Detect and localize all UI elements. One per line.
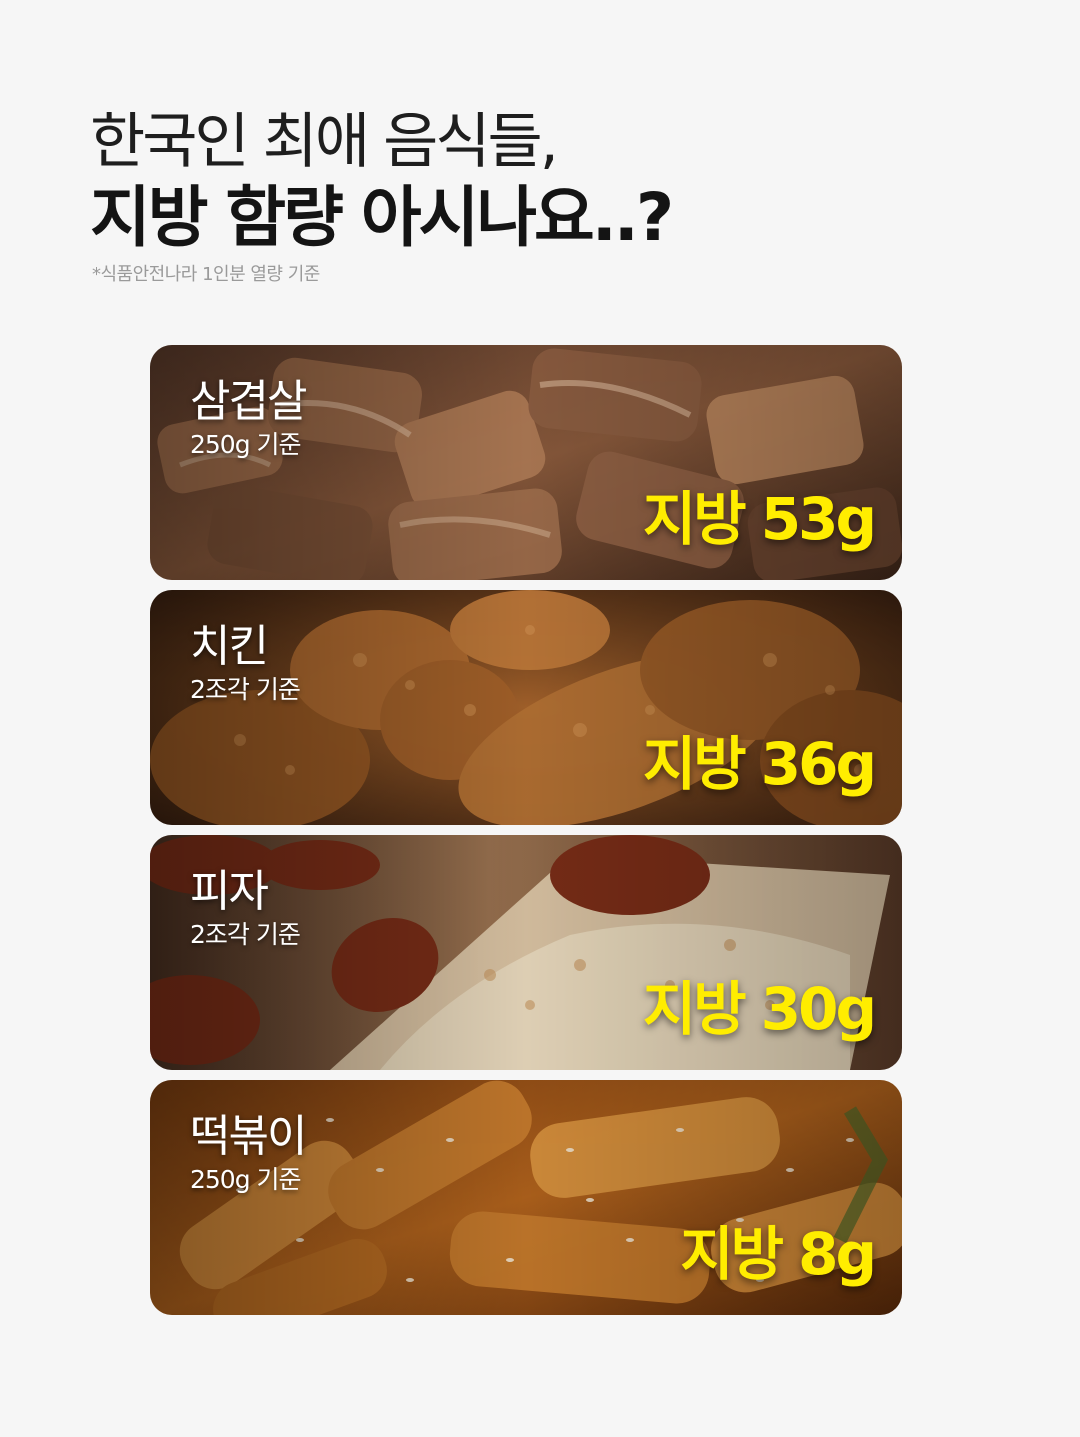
food-card-chicken: 치킨 2조각 기준 지방 36g xyxy=(150,590,902,825)
food-portion: 2조각 기준 xyxy=(190,675,301,704)
food-name: 피자 xyxy=(190,866,269,917)
source-note: *식품안전나라 1인분 열량 기준 xyxy=(92,264,320,285)
fat-amount: 지방 8g xyxy=(680,1220,877,1288)
food-card-tteokbokki: 떡볶이 250g 기준 지방 8g xyxy=(150,1080,902,1315)
food-name: 떡볶이 xyxy=(190,1111,307,1162)
food-portion: 250g 기준 xyxy=(190,430,302,459)
food-card-pork-belly: 삼겹살 250g 기준 지방 53g xyxy=(150,345,902,580)
page-title-line2: 지방 함량 아시나요..? xyxy=(90,179,674,256)
page-title-line1: 한국인 최애 음식들, xyxy=(90,107,559,177)
fat-amount: 지방 30g xyxy=(642,975,877,1043)
fat-amount: 지방 36g xyxy=(642,730,877,798)
food-portion: 250g 기준 xyxy=(190,1165,302,1194)
food-name: 치킨 xyxy=(190,621,269,672)
food-name: 삼겹살 xyxy=(190,376,307,427)
food-portion: 2조각 기준 xyxy=(190,920,301,949)
food-card-pizza: 피자 2조각 기준 지방 30g xyxy=(150,835,902,1070)
fat-amount: 지방 53g xyxy=(642,485,877,553)
